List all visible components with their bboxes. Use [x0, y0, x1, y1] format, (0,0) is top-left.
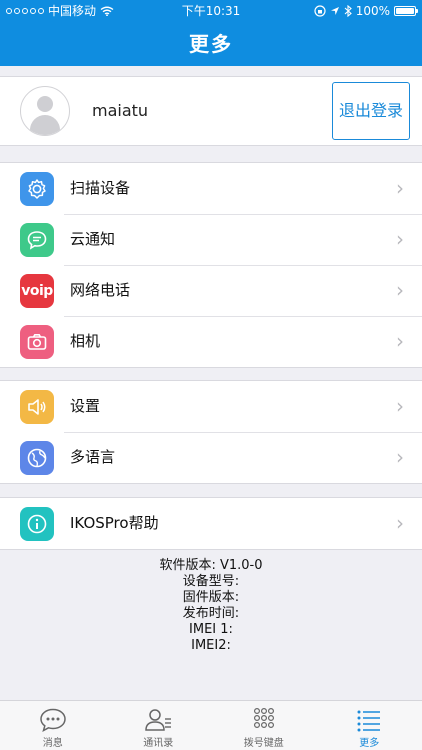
camera-icon	[20, 325, 54, 359]
firmware-version: 固件版本:	[182, 590, 240, 605]
menu-item-scan-device[interactable]: 扫描设备 ›	[0, 163, 422, 214]
menu-item-label: 相机	[70, 332, 101, 350]
globe-icon	[20, 441, 54, 475]
menu-item-label: 云通知	[70, 230, 116, 248]
tab-more[interactable]: 更多	[317, 701, 422, 750]
page-title: 更多	[189, 32, 233, 56]
chat-icon	[39, 708, 66, 732]
tab-label: 拨号键盘	[243, 738, 284, 749]
menu-item-settings[interactable]: 设置 ›	[0, 381, 422, 432]
orientation-lock-icon	[314, 5, 326, 17]
menu-item-voip[interactable]: voip 网络电话 ›	[0, 265, 422, 316]
menu-group-help: IKOSPro帮助 ›	[0, 497, 422, 550]
location-icon	[330, 7, 339, 15]
avatar	[20, 86, 70, 136]
chevron-right-icon: ›	[396, 329, 404, 353]
device-model: 设备型号:	[182, 574, 240, 589]
profile-card: maiatu 退出登录	[0, 76, 422, 146]
navigation-bar: 中国移动 下午10:31 100% 更多	[0, 0, 422, 66]
battery-percent: 100%	[355, 4, 390, 18]
chevron-right-icon: ›	[396, 227, 404, 251]
info-icon	[20, 507, 54, 541]
chevron-right-icon: ›	[396, 445, 404, 469]
status-bar: 中国移动 下午10:31 100%	[0, 0, 422, 22]
version-info: 软件版本: V1.0-0 设备型号: 固件版本: 发布时间: IMEI 1: I…	[0, 558, 422, 654]
imei-1: IMEI 1:	[189, 622, 233, 637]
menu-item-language[interactable]: 多语言 ›	[0, 432, 422, 483]
chevron-right-icon: ›	[396, 511, 404, 535]
release-time: 发布时间:	[182, 606, 240, 621]
bluetooth-icon	[344, 5, 352, 17]
tab-label: 消息	[42, 738, 63, 749]
menu-item-label: 多语言	[70, 448, 116, 466]
menu-group-devices: 扫描设备 › 云通知 › voip 网络电话 › 相机 ›	[0, 162, 422, 368]
menu-group-settings: 设置 › 多语言 ›	[0, 380, 422, 484]
chevron-right-icon: ›	[396, 278, 404, 302]
voip-icon: voip	[20, 274, 54, 308]
imei-2: IMEI2:	[191, 638, 231, 653]
menu-item-camera[interactable]: 相机 ›	[0, 316, 422, 367]
speaker-icon	[20, 390, 54, 424]
tab-bar: 消息 通讯录 拨号键盘 更多	[0, 700, 422, 750]
tab-dialpad[interactable]: 拨号键盘	[211, 701, 317, 750]
tab-messages[interactable]: 消息	[0, 701, 106, 750]
username: maiatu	[92, 101, 149, 120]
gear-icon	[20, 172, 54, 206]
menu-item-help[interactable]: IKOSPro帮助 ›	[0, 498, 422, 549]
menu-item-cloud-notification[interactable]: 云通知 ›	[0, 214, 422, 265]
menu-item-label: 设置	[70, 397, 101, 415]
software-version: 软件版本: V1.0-0	[159, 558, 263, 573]
menu-item-label: IKOSPro帮助	[70, 514, 159, 532]
list-icon	[357, 710, 381, 732]
logout-button[interactable]: 退出登录	[332, 82, 410, 140]
tab-contacts[interactable]: 通讯录	[106, 701, 212, 750]
menu-item-label: 网络电话	[70, 281, 131, 299]
tab-label: 更多	[359, 738, 380, 749]
dialpad-icon	[253, 707, 274, 729]
contacts-icon	[145, 709, 172, 731]
chat-bubble-icon	[20, 223, 54, 257]
battery-icon	[394, 6, 418, 16]
chevron-right-icon: ›	[396, 394, 404, 418]
tab-label: 通讯录	[143, 738, 174, 749]
menu-item-label: 扫描设备	[70, 179, 131, 197]
chevron-right-icon: ›	[396, 176, 404, 200]
